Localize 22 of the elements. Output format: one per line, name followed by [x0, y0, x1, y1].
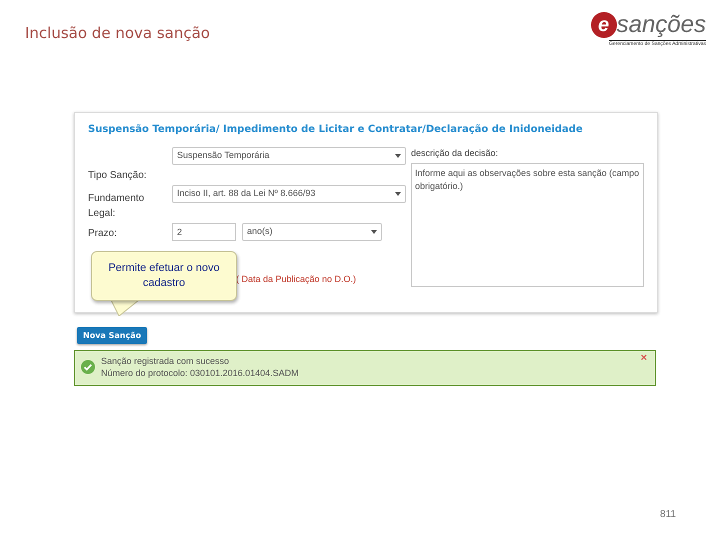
new-sanction-button[interactable]: Nova Sanção — [77, 327, 148, 344]
tooltip-text: Permite efetuar o novo cadastro — [107, 261, 221, 291]
caret-icon — [371, 230, 377, 234]
check-circle-icon — [81, 360, 95, 374]
field-label: descrição da decisão: — [411, 147, 500, 160]
slide-title: Inclusão de nova sanção — [25, 23, 210, 44]
field-label: Prazo: — [88, 227, 118, 241]
select-field[interactable]: Inciso II, art. 88 da Lei Nº 8.666/93 — [172, 185, 406, 203]
form-heading: Suspensão Temporária/ Impedimento de Licitar e Contratar/Declaração de Inidoneidade — [88, 123, 584, 137]
field-label: Fundamento Legal: — [88, 192, 146, 221]
input-field[interactable]: 2 — [172, 223, 236, 241]
select-field[interactable]: ano(s) — [242, 223, 382, 241]
description-field[interactable]: Informe aqui as observações sobre esta sanção (campo obrigatório.) — [411, 162, 644, 286]
field-label: Tipo Sanção: — [88, 169, 148, 183]
alert-line: Sanção registrada com sucesso — [101, 354, 230, 366]
caret-icon — [395, 154, 401, 158]
select-field[interactable]: Suspensão Temporária — [172, 147, 406, 165]
caret-icon — [395, 192, 401, 196]
logo-letter: e — [590, 12, 617, 38]
alert-line: Número do protocolo: 030101.2016.01404.SADM — [101, 366, 299, 378]
page-number: 811 — [660, 508, 676, 522]
logo-wordmark: sanções — [616, 13, 706, 37]
